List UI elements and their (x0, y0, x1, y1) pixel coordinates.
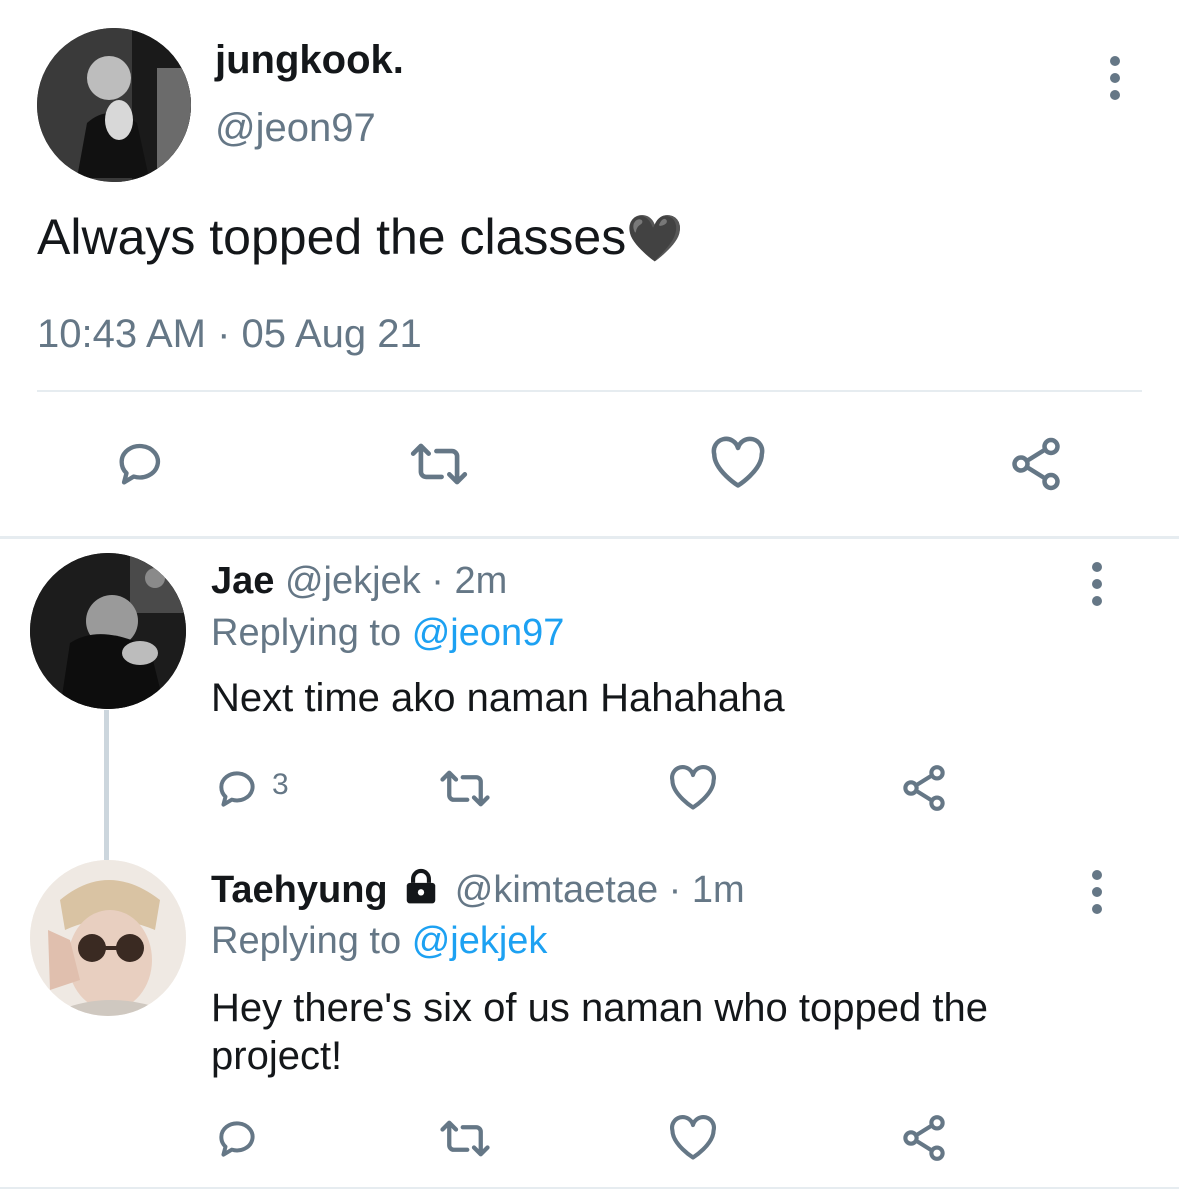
replying-to-handle[interactable]: @jekjek (412, 920, 548, 962)
share-icon[interactable] (1006, 434, 1066, 494)
comment-icon[interactable] (213, 763, 263, 813)
retweet-icon[interactable] (438, 1116, 492, 1161)
avatar-taehyung[interactable] (30, 860, 186, 1016)
thread-line (104, 710, 109, 860)
reply-time: · 1m (668, 869, 745, 911)
avatar-jungkook[interactable] (37, 28, 191, 182)
retweet-icon[interactable] (438, 766, 492, 811)
tweet-text: Always topped the classes🖤 (37, 208, 684, 266)
reply-time: · 2m (431, 560, 508, 602)
reply-text: Hey there's six of us naman who topped t… (211, 986, 988, 1078)
heart-icon[interactable] (667, 1113, 719, 1163)
reply-author-handle[interactable]: @jekjek (285, 560, 421, 602)
share-icon[interactable] (898, 1112, 950, 1164)
share-icon[interactable] (898, 762, 950, 814)
retweet-icon[interactable] (408, 438, 470, 490)
replying-to: Replying to @jekjek (211, 920, 547, 963)
reply-author-name[interactable]: Jae (211, 560, 274, 602)
heart-icon[interactable] (708, 434, 768, 492)
author-name[interactable]: jungkook. (215, 38, 404, 83)
reply-header: Jae @jekjek · 2m (211, 560, 507, 603)
author-handle[interactable]: @jeon97 (215, 106, 376, 151)
avatar-jae[interactable] (30, 553, 186, 709)
bottom-divider (0, 1187, 1179, 1189)
reply-text: Next time ako naman Hahahaha (211, 676, 785, 720)
reply-author-handle[interactable]: @kimtaetae (455, 869, 658, 911)
reply-header: Taehyung @kimtaetae · 1m (211, 868, 745, 914)
more-icon[interactable] (1082, 562, 1112, 606)
replying-to-handle[interactable]: @jeon97 (412, 612, 565, 654)
divider (37, 390, 1142, 392)
replying-to: Replying to @jeon97 (211, 612, 564, 655)
black-heart-emoji: 🖤 (626, 212, 684, 264)
tweet-text-body: Always topped the classes (37, 209, 627, 265)
lock-icon (402, 868, 440, 914)
reply-count: 3 (272, 768, 289, 801)
more-icon[interactable] (1082, 870, 1112, 914)
heart-icon[interactable] (667, 763, 719, 813)
tweet-timestamp[interactable]: 10:43 AM · 05 Aug 21 (37, 312, 422, 357)
reply-author-name[interactable]: Taehyung (211, 869, 388, 911)
comment-icon[interactable] (112, 434, 170, 492)
section-divider (0, 536, 1179, 539)
more-icon[interactable] (1100, 56, 1130, 100)
comment-icon[interactable] (213, 1113, 263, 1163)
replying-to-label: Replying to (211, 612, 402, 654)
replying-to-label: Replying to (211, 920, 402, 962)
